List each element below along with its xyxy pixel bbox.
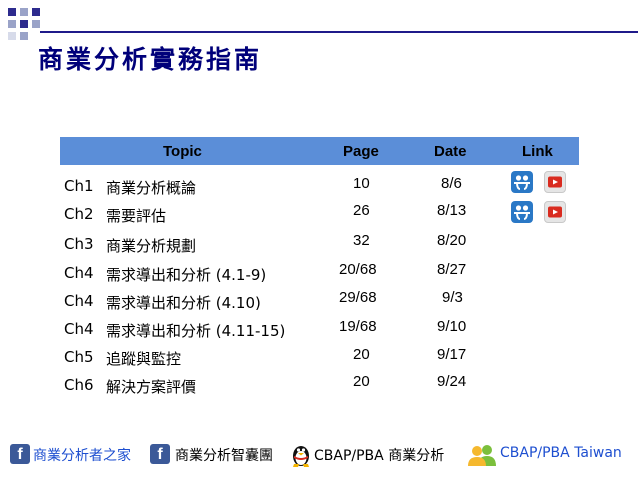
row-topic: 需求導出和分析 (4.10) (106, 294, 261, 312)
row-page: 29/68 (339, 289, 377, 306)
users-icon[interactable] (467, 443, 497, 471)
header-date: Date (434, 143, 467, 160)
row-page: 20 (353, 373, 370, 390)
row-chapter: Ch1 (64, 177, 94, 195)
table-header: Topic Page Date Link (60, 137, 579, 165)
row-page: 32 (353, 232, 370, 249)
youtube-icon[interactable] (544, 171, 566, 193)
footer-link-ba-home[interactable]: 商業分析者之家 (33, 445, 131, 465)
header-page: Page (343, 143, 379, 160)
youtube-icon[interactable] (544, 201, 566, 223)
row-date: 9/3 (442, 289, 463, 306)
row-date: 8/27 (437, 261, 467, 278)
row-chapter: Ch4 (64, 264, 94, 282)
slideshare-icon[interactable] (511, 171, 533, 193)
penguin-icon[interactable] (290, 443, 312, 471)
row-page: 26 (353, 202, 370, 219)
footer-links: f 商業分析者之家 f 商業分析智囊團 CBAP/PBA 商業分析 CBAP/P… (0, 438, 638, 468)
row-date: 8/6 (441, 175, 462, 192)
slideshare-icon[interactable] (511, 201, 533, 223)
row-page: 19/68 (339, 318, 377, 335)
row-chapter: Ch4 (64, 320, 94, 338)
facebook-icon[interactable]: f (10, 444, 30, 464)
row-chapter: Ch2 (64, 205, 94, 223)
title-rule (40, 31, 638, 33)
row-topic: 解決方案評價 (106, 378, 197, 396)
row-topic: 需求導出和分析 (4.1-9) (106, 266, 267, 284)
footer-link-ba-thinktank[interactable]: 商業分析智囊團 (175, 445, 273, 465)
row-chapter: Ch4 (64, 292, 94, 310)
header-topic: Topic (163, 143, 202, 160)
header-link: Link (522, 143, 553, 160)
row-date: 8/13 (437, 202, 467, 219)
row-chapter: Ch3 (64, 235, 94, 253)
page-title: 商業分析實務指南 (38, 45, 263, 74)
row-page: 20 (353, 346, 370, 363)
facebook-icon[interactable]: f (150, 444, 170, 464)
row-date: 9/10 (437, 318, 467, 335)
row-topic: 商業分析概論 (106, 179, 197, 197)
row-date: 8/20 (437, 232, 467, 249)
row-topic: 商業分析規劃 (106, 237, 197, 255)
row-topic: 需要評估 (106, 207, 167, 225)
row-page: 10 (353, 175, 370, 192)
footer-link-cbap-taiwan[interactable]: CBAP/PBA Taiwan (500, 445, 622, 461)
row-date: 9/17 (437, 346, 467, 363)
row-date: 9/24 (437, 373, 467, 390)
footer-link-cbap-ba[interactable]: CBAP/PBA 商業分析 (314, 445, 444, 465)
row-topic: 需求導出和分析 (4.11-15) (106, 322, 286, 340)
row-topic: 追蹤與監控 (106, 350, 182, 368)
row-chapter: Ch5 (64, 348, 94, 366)
row-chapter: Ch6 (64, 376, 94, 394)
row-page: 20/68 (339, 261, 377, 278)
